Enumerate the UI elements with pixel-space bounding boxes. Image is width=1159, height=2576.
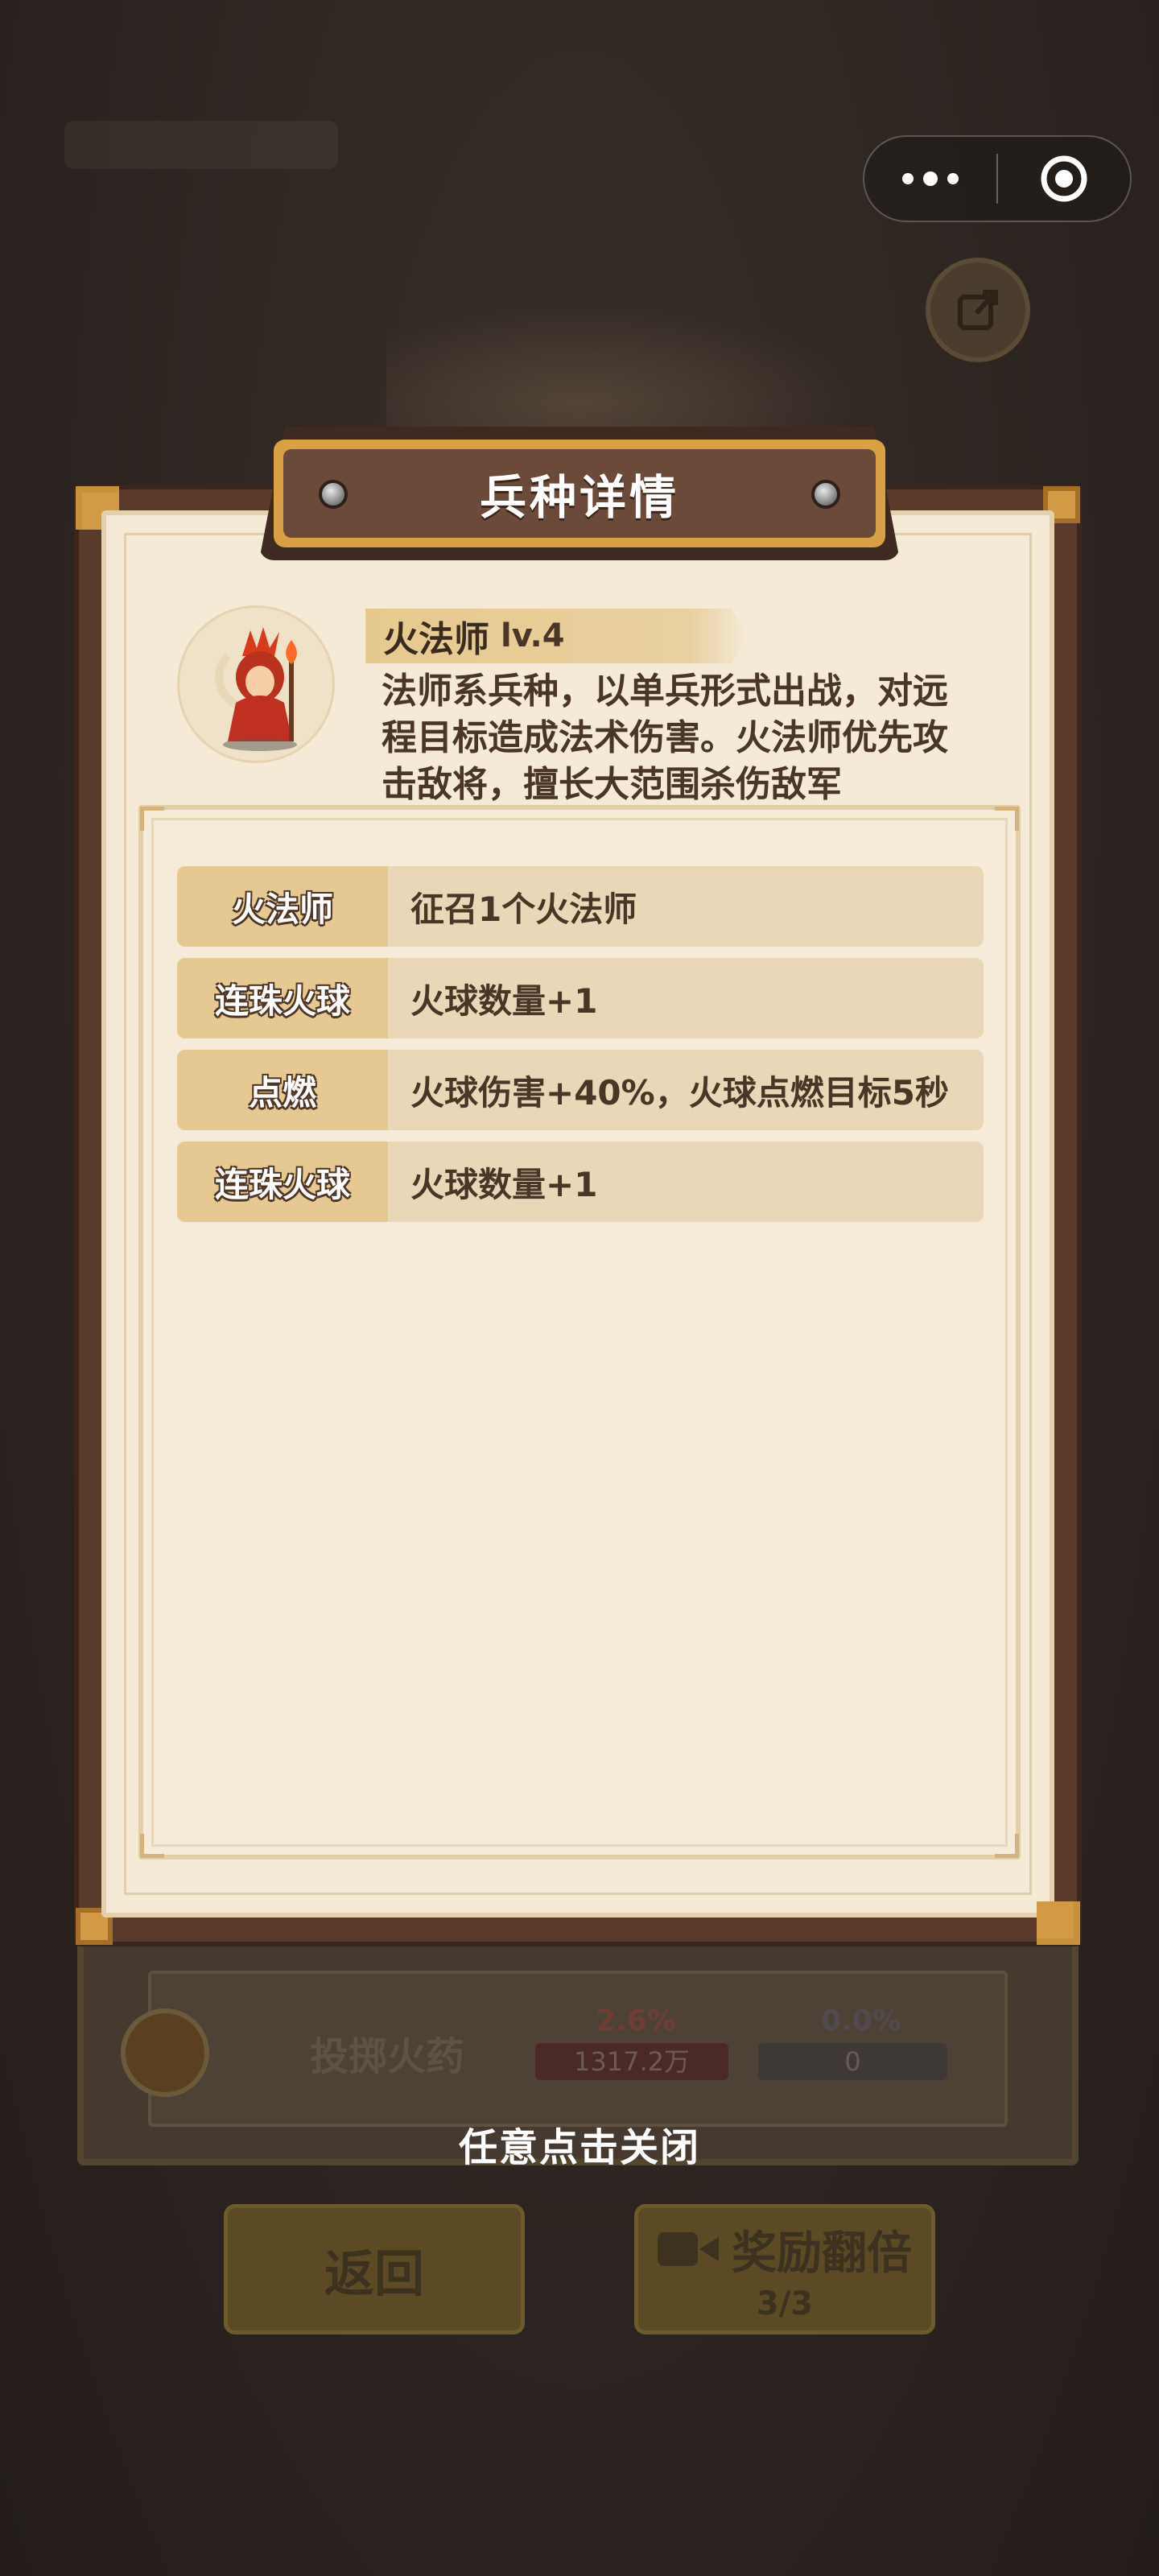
defense-value-bar: 0 — [758, 2043, 947, 2080]
upgrade-list: 火法师 征召1个火法师 连珠火球 火球数量+1 点燃 火球伤害+40%，火球点燃… — [177, 866, 984, 1233]
target-close-icon[interactable] — [998, 137, 1130, 221]
background-header — [64, 121, 338, 169]
upgrade-name: 火法师 — [177, 866, 388, 947]
back-button-label: 返回 — [324, 2244, 424, 2303]
upgrade-row: 火法师 征召1个火法师 — [177, 866, 984, 947]
upgrade-effect: 火球数量+1 — [410, 980, 598, 1021]
defense-stat: 0.0% — [821, 2004, 901, 2037]
upgrade-name: 点燃 — [177, 1050, 388, 1130]
modal-title: 兵种详情 — [479, 470, 679, 525]
fire-mage-avatar — [177, 605, 335, 763]
video-camera-icon — [658, 2229, 719, 2269]
upgrade-name: 连珠火球 — [177, 1141, 388, 1222]
mini-program-capsule — [863, 135, 1132, 222]
upgrade-row: 点燃 火球伤害+40%，火球点燃目标5秒 — [177, 1050, 984, 1130]
skill-name: 投掷火药 — [310, 2034, 465, 2079]
unit-name-tag: 火法师 lv.4 — [365, 609, 747, 663]
upgrade-effect: 火球伤害+40%，火球点燃目标5秒 — [410, 1072, 949, 1113]
tap-anywhere-to-close-hint[interactable]: 任意点击关闭 — [0, 2116, 1159, 2172]
unit-name: 火法师 — [383, 619, 489, 660]
more-dots-icon[interactable] — [864, 137, 996, 221]
rivet-icon — [811, 480, 840, 509]
upgrade-name: 连珠火球 — [177, 958, 388, 1038]
modal-title-banner: 兵种详情 — [259, 427, 900, 560]
attack-value-bar: 1317.2万 — [535, 2043, 728, 2080]
double-reward-button: 奖励翻倍 3/3 — [634, 2204, 935, 2334]
share-icon — [926, 258, 1030, 362]
upgrade-row: 连珠火球 火球数量+1 — [177, 1141, 984, 1222]
upgrade-effect: 火球数量+1 — [410, 1164, 598, 1204]
upgrade-list-panel[interactable]: 火法师 征召1个火法师 连珠火球 火球数量+1 点燃 火球伤害+40%，火球点燃… — [138, 805, 1021, 1860]
back-button: 返回 — [224, 2204, 525, 2334]
unit-description[interactable]: 法师系兵种，以单兵形式出战，对远程目标造成法术伤害。火法师优先攻击敌将，擅长大范… — [382, 668, 966, 805]
upgrade-row: 连珠火球 火球数量+1 — [177, 958, 984, 1038]
double-reward-count: 3/3 — [756, 2285, 814, 2322]
unit-level: lv.4 — [501, 617, 565, 654]
double-reward-label: 奖励翻倍 — [732, 2227, 912, 2280]
skill-icon — [121, 2008, 209, 2097]
rivet-icon — [319, 480, 348, 509]
attack-stat: 2.6% — [596, 2004, 676, 2037]
upgrade-effect: 征召1个火法师 — [410, 889, 637, 929]
